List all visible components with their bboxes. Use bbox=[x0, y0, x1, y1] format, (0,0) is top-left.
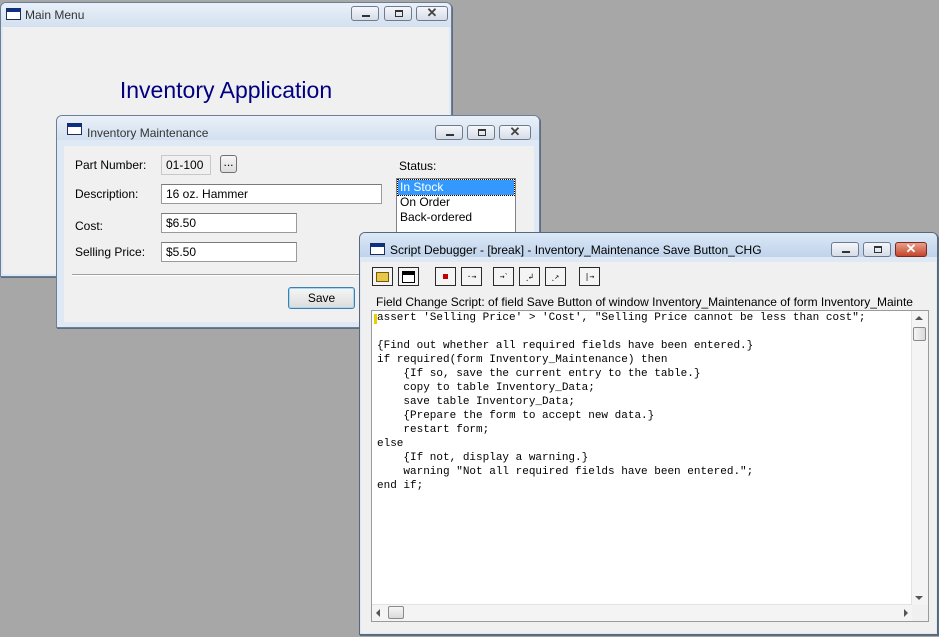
step-out-button[interactable]: ˻↗ bbox=[545, 267, 566, 286]
save-button[interactable]: Save bbox=[288, 287, 355, 309]
code-line: {If so, save the current entry to the ta… bbox=[377, 368, 701, 380]
description-label: Description: bbox=[75, 187, 139, 201]
step-into-button[interactable]: →˺ bbox=[493, 267, 514, 286]
selling-price-field[interactable]: $5.50 bbox=[161, 242, 297, 262]
code-line: else bbox=[377, 438, 404, 450]
maximize-button[interactable] bbox=[863, 242, 891, 257]
script-code-editor[interactable]: assert 'Selling Price' > 'Cost', "Sellin… bbox=[371, 310, 929, 622]
script-context: Field Change Script: of field Save Butto… bbox=[376, 295, 913, 309]
step-over-icon: ˼↲ bbox=[525, 272, 534, 281]
selling-price-label: Selling Price: bbox=[75, 245, 146, 259]
code-line: {If not, display a warning.} bbox=[377, 452, 589, 464]
step-over-button[interactable]: ˼↲ bbox=[519, 267, 540, 286]
stop-button[interactable] bbox=[435, 267, 456, 286]
code-line: {Find out whether all required fields ha… bbox=[377, 340, 754, 352]
code-line: {Prepare the form to accept new data.} bbox=[377, 410, 655, 422]
scroll-up-icon[interactable] bbox=[915, 316, 923, 320]
scrollbar-corner bbox=[912, 605, 928, 621]
edit-script-icon bbox=[402, 271, 415, 283]
main-menu-title: Main Menu bbox=[25, 8, 85, 22]
code-line: copy to table Inventory_Data; bbox=[377, 382, 595, 394]
window-icon bbox=[370, 243, 385, 255]
code-line: warning "Not all required fields have be… bbox=[377, 466, 754, 478]
close-icon: ✕ bbox=[509, 124, 521, 139]
minimize-button[interactable] bbox=[435, 125, 463, 140]
horizontal-scrollbar[interactable] bbox=[372, 604, 912, 621]
scroll-down-icon[interactable] bbox=[915, 596, 923, 600]
vertical-scrollbar[interactable] bbox=[911, 311, 928, 605]
debugger-titlebar[interactable]: Script Debugger - [break] - Inventory_Ma… bbox=[360, 233, 937, 257]
close-icon: ✕ bbox=[426, 5, 438, 20]
open-script-button[interactable] bbox=[372, 267, 393, 286]
maximize-icon bbox=[478, 129, 486, 136]
close-button[interactable]: ✕ bbox=[416, 5, 448, 21]
horizontal-scroll-thumb[interactable] bbox=[388, 606, 404, 619]
code-line: save table Inventory_Data; bbox=[377, 396, 576, 408]
status-option-on-order[interactable]: On Order bbox=[398, 195, 514, 210]
close-button[interactable]: ✕ bbox=[499, 124, 531, 140]
code-line: restart form; bbox=[377, 424, 490, 436]
cost-field[interactable]: $6.50 bbox=[161, 213, 297, 233]
script-code: assert 'Selling Price' > 'Cost', "Sellin… bbox=[377, 311, 865, 493]
continue-button[interactable]: |→ bbox=[579, 267, 600, 286]
script-debugger-window: Script Debugger - [break] - Inventory_Ma… bbox=[359, 232, 938, 635]
status-option-back-ordered[interactable]: Back-ordered bbox=[398, 210, 514, 225]
part-number-label: Part Number: bbox=[75, 158, 147, 172]
inventory-titlebar[interactable]: Inventory Maintenance ✕ bbox=[57, 116, 539, 140]
status-option-in-stock[interactable]: In Stock bbox=[397, 179, 515, 196]
status-label: Status: bbox=[399, 159, 437, 173]
debugger-title: Script Debugger - [break] - Inventory_Ma… bbox=[390, 243, 762, 257]
maximize-button[interactable] bbox=[467, 125, 495, 140]
maximize-button[interactable] bbox=[384, 6, 412, 21]
main-menu-titlebar[interactable]: Main Menu ✕ bbox=[1, 3, 451, 27]
maximize-icon bbox=[874, 246, 882, 253]
open-script-icon bbox=[376, 272, 389, 282]
minimize-icon bbox=[446, 134, 454, 136]
minimize-icon bbox=[842, 251, 850, 253]
code-line: if required(form Inventory_Maintenance) … bbox=[377, 354, 668, 366]
inventory-title: Inventory Maintenance bbox=[87, 126, 209, 140]
part-lookup-button[interactable]: ... bbox=[220, 155, 237, 173]
cost-label: Cost: bbox=[75, 219, 104, 233]
step-into-icon: →˺ bbox=[499, 272, 508, 281]
part-number-field[interactable]: 01-100 bbox=[161, 155, 211, 175]
minimize-icon bbox=[362, 15, 370, 17]
step-icon: ·→ bbox=[466, 272, 477, 281]
description-field[interactable]: 16 oz. Hammer bbox=[161, 184, 382, 204]
minimize-button[interactable] bbox=[831, 242, 859, 257]
app-heading: Inventory Application bbox=[119, 77, 333, 103]
vertical-scroll-thumb[interactable] bbox=[913, 327, 926, 341]
step-button[interactable]: ·→ bbox=[461, 267, 482, 286]
continue-icon: |→ bbox=[584, 272, 595, 281]
scroll-left-icon[interactable] bbox=[376, 609, 380, 617]
debugger-client: ·→ →˺ ˼↲ ˻↗ |→ Field Change Script: of f… bbox=[361, 262, 936, 633]
scroll-right-icon[interactable] bbox=[904, 609, 908, 617]
close-button[interactable]: ✕ bbox=[895, 241, 927, 257]
edit-script-button[interactable] bbox=[398, 267, 419, 286]
window-icon bbox=[67, 123, 82, 135]
code-line: end if; bbox=[377, 480, 424, 492]
code-line: assert 'Selling Price' > 'Cost', "Sellin… bbox=[377, 312, 866, 324]
status-listbox[interactable]: In Stock On Order Back-ordered bbox=[396, 178, 516, 234]
maximize-icon bbox=[395, 10, 403, 17]
step-out-icon: ˻↗ bbox=[551, 272, 560, 281]
minimize-button[interactable] bbox=[351, 6, 379, 21]
stop-icon bbox=[443, 274, 448, 279]
close-icon: ✕ bbox=[905, 241, 917, 256]
window-icon bbox=[6, 8, 21, 20]
